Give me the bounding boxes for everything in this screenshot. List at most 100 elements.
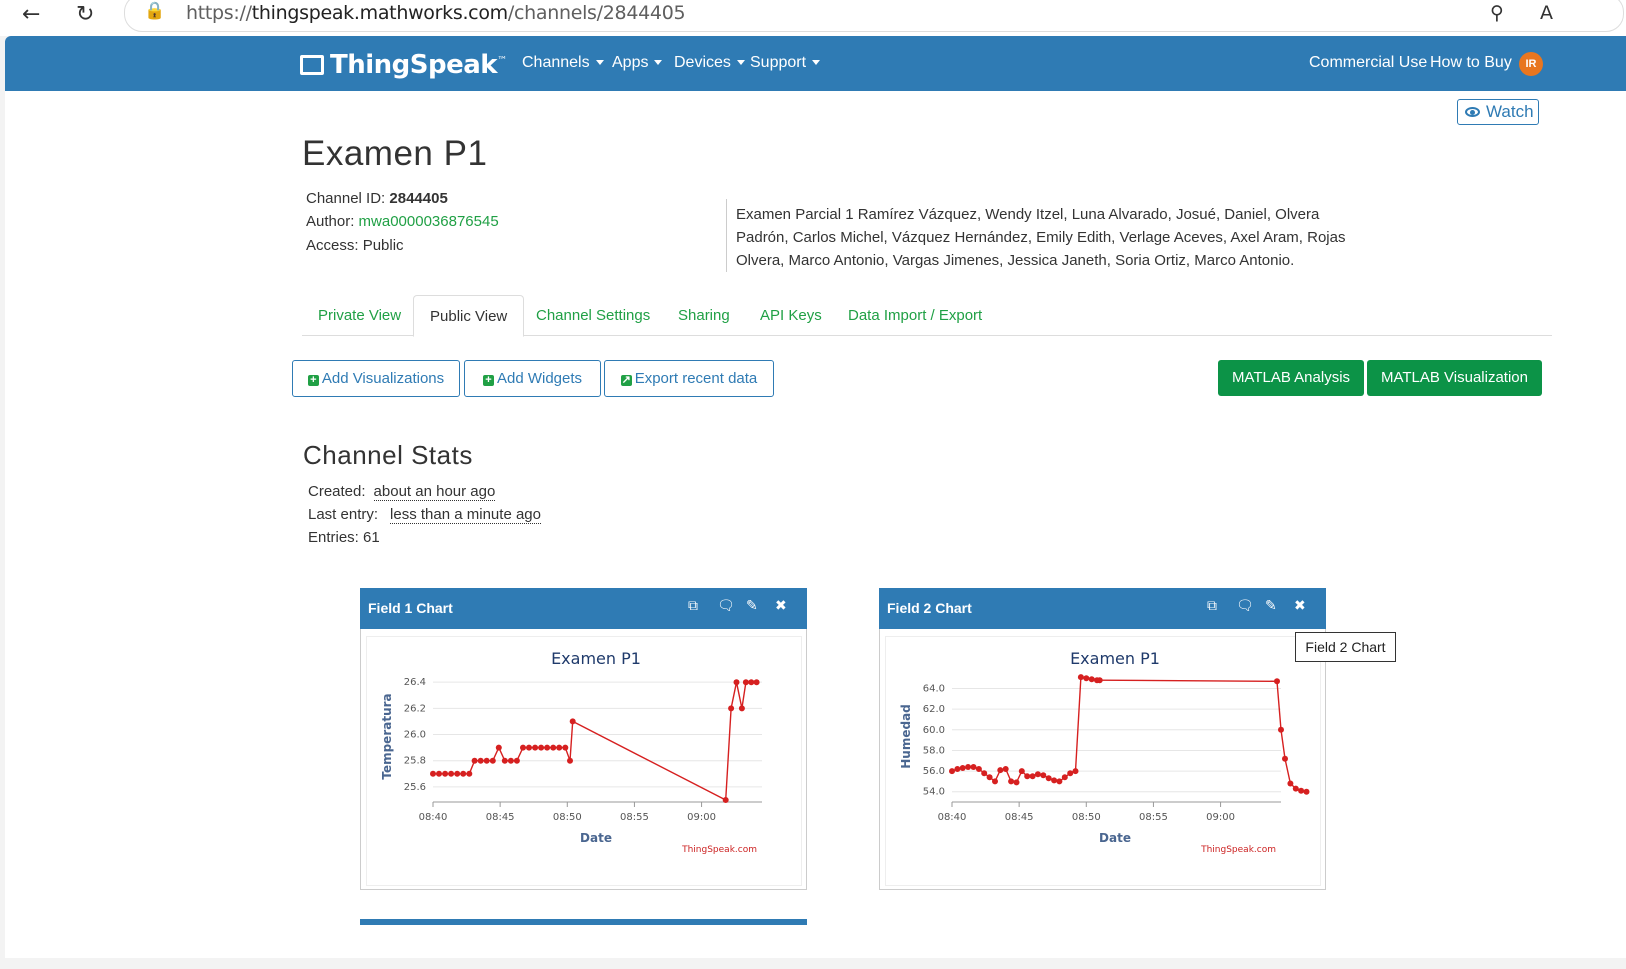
tooltip: Field 2 Chart bbox=[1295, 632, 1396, 662]
stat-last-entry: Last entry: less than a minute ago bbox=[308, 506, 541, 524]
x-axis-label: Date bbox=[1099, 831, 1131, 845]
panel-header: Field 2 Chart ⧉ 🗨 ✎ ✖ bbox=[879, 588, 1326, 629]
y-tick-label: 54.0 bbox=[923, 787, 945, 798]
x-tick-label: 08:45 bbox=[1005, 812, 1034, 823]
data-point bbox=[1018, 768, 1025, 775]
data-point bbox=[981, 770, 988, 777]
author-link[interactable]: mwa0000036876545 bbox=[359, 213, 499, 230]
add-visualizations-button[interactable]: + Add Visualizations bbox=[292, 360, 460, 397]
close-icon[interactable]: ✖ bbox=[775, 598, 787, 614]
reload-icon[interactable]: ↻ bbox=[76, 2, 94, 27]
data-point bbox=[526, 744, 532, 751]
chart-title: Examen P1 bbox=[1070, 649, 1160, 668]
external-link-icon[interactable]: ⧉ bbox=[1207, 598, 1217, 614]
data-point bbox=[1303, 788, 1310, 795]
y-tick-label: 26.4 bbox=[404, 677, 426, 688]
data-point bbox=[1088, 676, 1095, 683]
panel-title: Field 2 Chart bbox=[887, 600, 972, 616]
nav-channels[interactable]: Channels bbox=[522, 54, 604, 72]
watch-button[interactable]: Watch bbox=[1457, 99, 1539, 125]
series-line bbox=[433, 681, 757, 802]
eye-icon bbox=[1465, 107, 1480, 117]
data-point bbox=[970, 764, 977, 770]
data-point bbox=[733, 679, 740, 686]
nav-commercial-use[interactable]: Commercial Use bbox=[1309, 54, 1427, 72]
matlab-visualization-button[interactable]: MATLAB Visualization bbox=[1367, 360, 1542, 396]
read-aloud-icon[interactable]: A bbox=[1540, 2, 1553, 24]
tab-channel-settings[interactable]: Channel Settings bbox=[536, 307, 650, 324]
x-tick-label: 08:55 bbox=[1139, 812, 1168, 823]
stat-created: Created: about an hour ago bbox=[308, 483, 496, 501]
data-point bbox=[954, 766, 961, 772]
data-point bbox=[567, 757, 573, 764]
tab-sharing[interactable]: Sharing bbox=[678, 307, 730, 324]
add-widgets-button[interactable]: + Add Widgets bbox=[464, 360, 601, 397]
stat-entries: Entries: 61 bbox=[308, 529, 380, 546]
pencil-icon[interactable]: ✎ bbox=[1265, 598, 1277, 614]
next-panel-header bbox=[360, 919, 807, 925]
data-point bbox=[460, 770, 467, 777]
y-tick-label: 56.0 bbox=[923, 766, 945, 777]
back-arrow-icon[interactable]: ← bbox=[22, 2, 40, 27]
nav-apps[interactable]: Apps bbox=[612, 54, 663, 72]
data-point bbox=[454, 770, 461, 777]
data-point bbox=[1298, 787, 1305, 794]
x-tick-label: 08:55 bbox=[620, 812, 649, 823]
url-text[interactable]: https://thingspeak.mathworks.com/channel… bbox=[186, 2, 686, 24]
data-point bbox=[477, 757, 484, 764]
data-point bbox=[513, 757, 520, 764]
data-point bbox=[1292, 785, 1299, 792]
data-point bbox=[738, 705, 745, 712]
field-1-chart: Examen P1 25.6 25.8 26.0 26.2 26.4 08:40 08:45 0… bbox=[380, 649, 762, 855]
data-point bbox=[1002, 766, 1009, 772]
lock-icon[interactable]: 🔒 bbox=[144, 1, 165, 21]
avatar[interactable]: IR bbox=[1519, 52, 1543, 76]
chart-credit: ThingSpeak.com bbox=[1200, 845, 1276, 855]
navbar: ThingSpeak™ Channels Apps Devices Suppor… bbox=[5, 36, 1626, 91]
data-point bbox=[722, 797, 729, 803]
page: ThingSpeak™ Channels Apps Devices Suppor… bbox=[5, 36, 1626, 958]
channel-author: Author: mwa0000036876545 bbox=[306, 213, 499, 230]
close-icon[interactable]: ✖ bbox=[1294, 598, 1306, 614]
data-point bbox=[1282, 755, 1288, 762]
chart-credit: ThingSpeak.com bbox=[681, 845, 757, 855]
thingspeak-logo[interactable]: ThingSpeak™ bbox=[300, 50, 507, 80]
caret-down-icon bbox=[595, 60, 604, 66]
data-point bbox=[1056, 778, 1063, 785]
tab-private-view[interactable]: Private View bbox=[318, 307, 401, 324]
y-tick-label: 25.8 bbox=[404, 756, 426, 767]
comment-icon[interactable]: 🗨 bbox=[717, 598, 735, 614]
pencil-icon[interactable]: ✎ bbox=[746, 598, 758, 614]
nav-how-to-buy[interactable]: How to Buy bbox=[1430, 54, 1512, 72]
data-point bbox=[532, 744, 539, 751]
plus-icon: + bbox=[482, 375, 494, 386]
data-point bbox=[1067, 770, 1074, 777]
data-point bbox=[986, 774, 993, 781]
nav-support[interactable]: Support bbox=[750, 54, 821, 72]
nav-devices[interactable]: Devices bbox=[674, 54, 745, 72]
matlab-analysis-button[interactable]: MATLAB Analysis bbox=[1218, 360, 1364, 396]
x-tick-label: 08:50 bbox=[553, 812, 582, 823]
data-point bbox=[965, 764, 972, 770]
channel-description: Examen Parcial 1 Ramírez Vázquez, Wendy … bbox=[736, 206, 1346, 269]
field-2-chart-panel: Field 2 Chart ⧉ 🗨 ✎ ✖ Examen P1 54.0 56.0 5… bbox=[879, 588, 1326, 890]
tab-data-import-export[interactable]: Data Import / Export bbox=[848, 307, 982, 324]
panel-header: Field 1 Chart ⧉ 🗨 ✎ ✖ bbox=[360, 588, 807, 629]
tab-api-keys[interactable]: API Keys bbox=[760, 307, 822, 324]
data-point bbox=[1040, 772, 1047, 779]
comment-icon[interactable]: 🗨 bbox=[1236, 598, 1254, 614]
data-point bbox=[748, 679, 755, 686]
data-point bbox=[550, 744, 557, 751]
data-point bbox=[1045, 775, 1052, 782]
tab-public-view[interactable]: Public View bbox=[413, 295, 525, 337]
y-axis-label: Temperatura bbox=[380, 693, 394, 779]
external-link-icon[interactable]: ⧉ bbox=[688, 598, 698, 614]
x-tick-label: 09:00 bbox=[1206, 812, 1235, 823]
data-point bbox=[728, 705, 735, 712]
export-recent-data-button[interactable]: ↗ Export recent data bbox=[604, 360, 774, 397]
channel-stats-title: Channel Stats bbox=[303, 440, 473, 470]
zoom-icon[interactable]: ⚲ bbox=[1490, 2, 1504, 24]
channel-id: Channel ID: 2844405 bbox=[306, 190, 448, 207]
data-point bbox=[1072, 768, 1079, 775]
y-axis-label: Humedad bbox=[899, 704, 913, 769]
